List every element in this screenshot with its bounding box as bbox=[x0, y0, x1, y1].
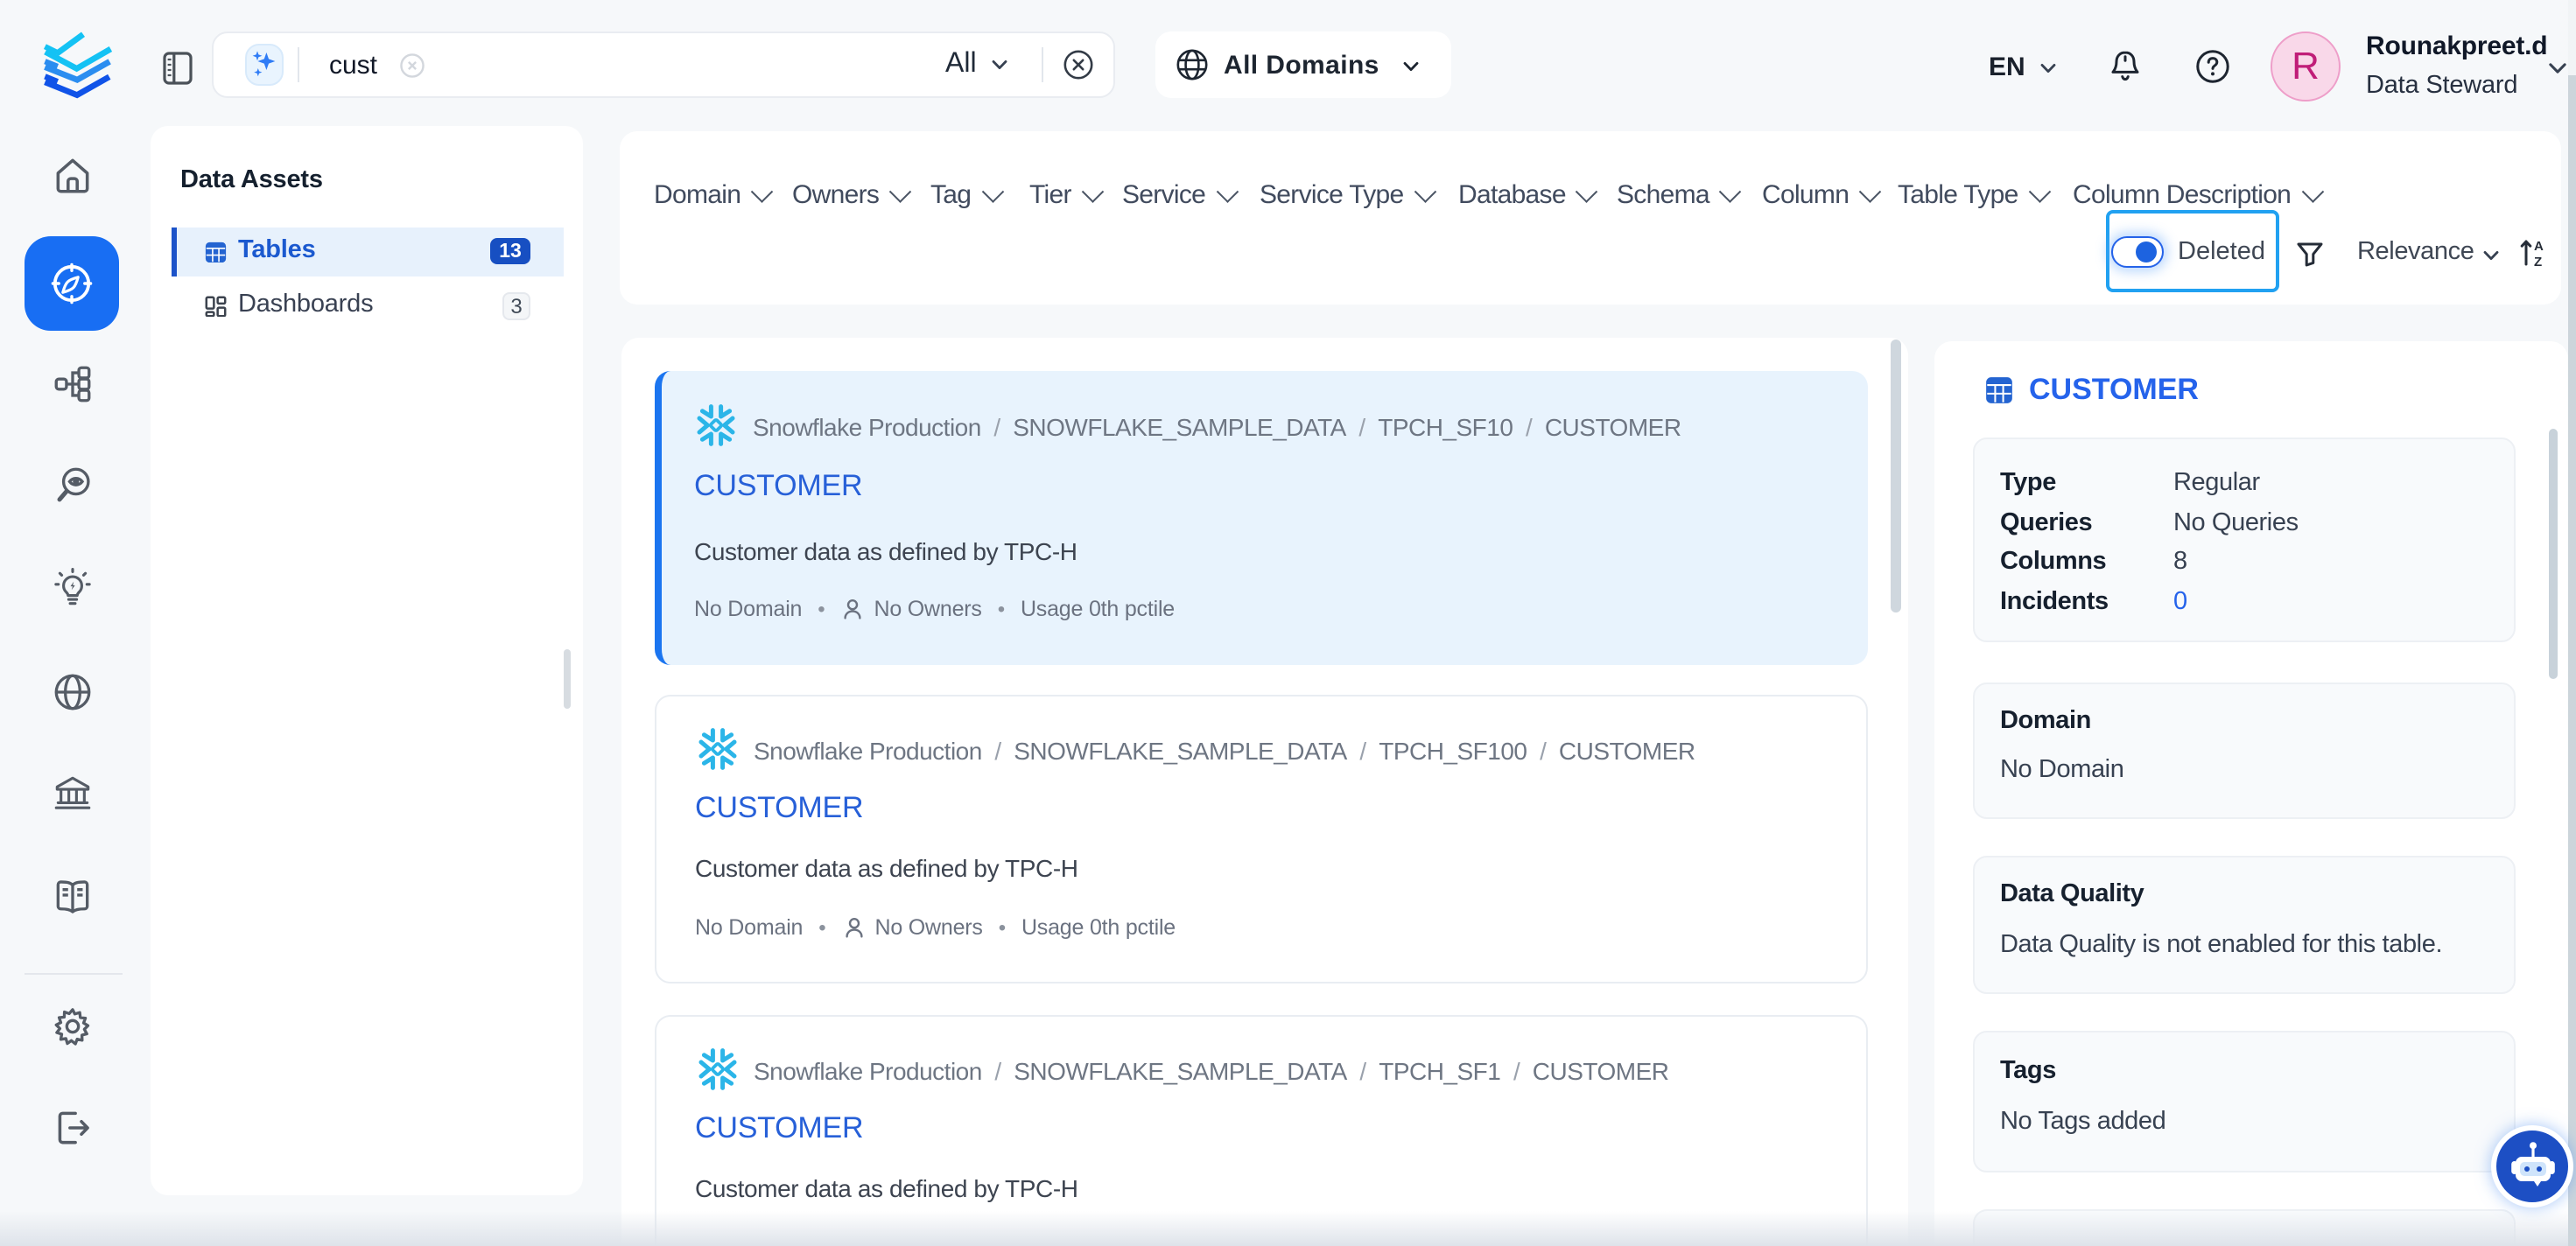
svg-text:A: A bbox=[2534, 239, 2544, 254]
svg-text:Z: Z bbox=[2534, 255, 2542, 270]
